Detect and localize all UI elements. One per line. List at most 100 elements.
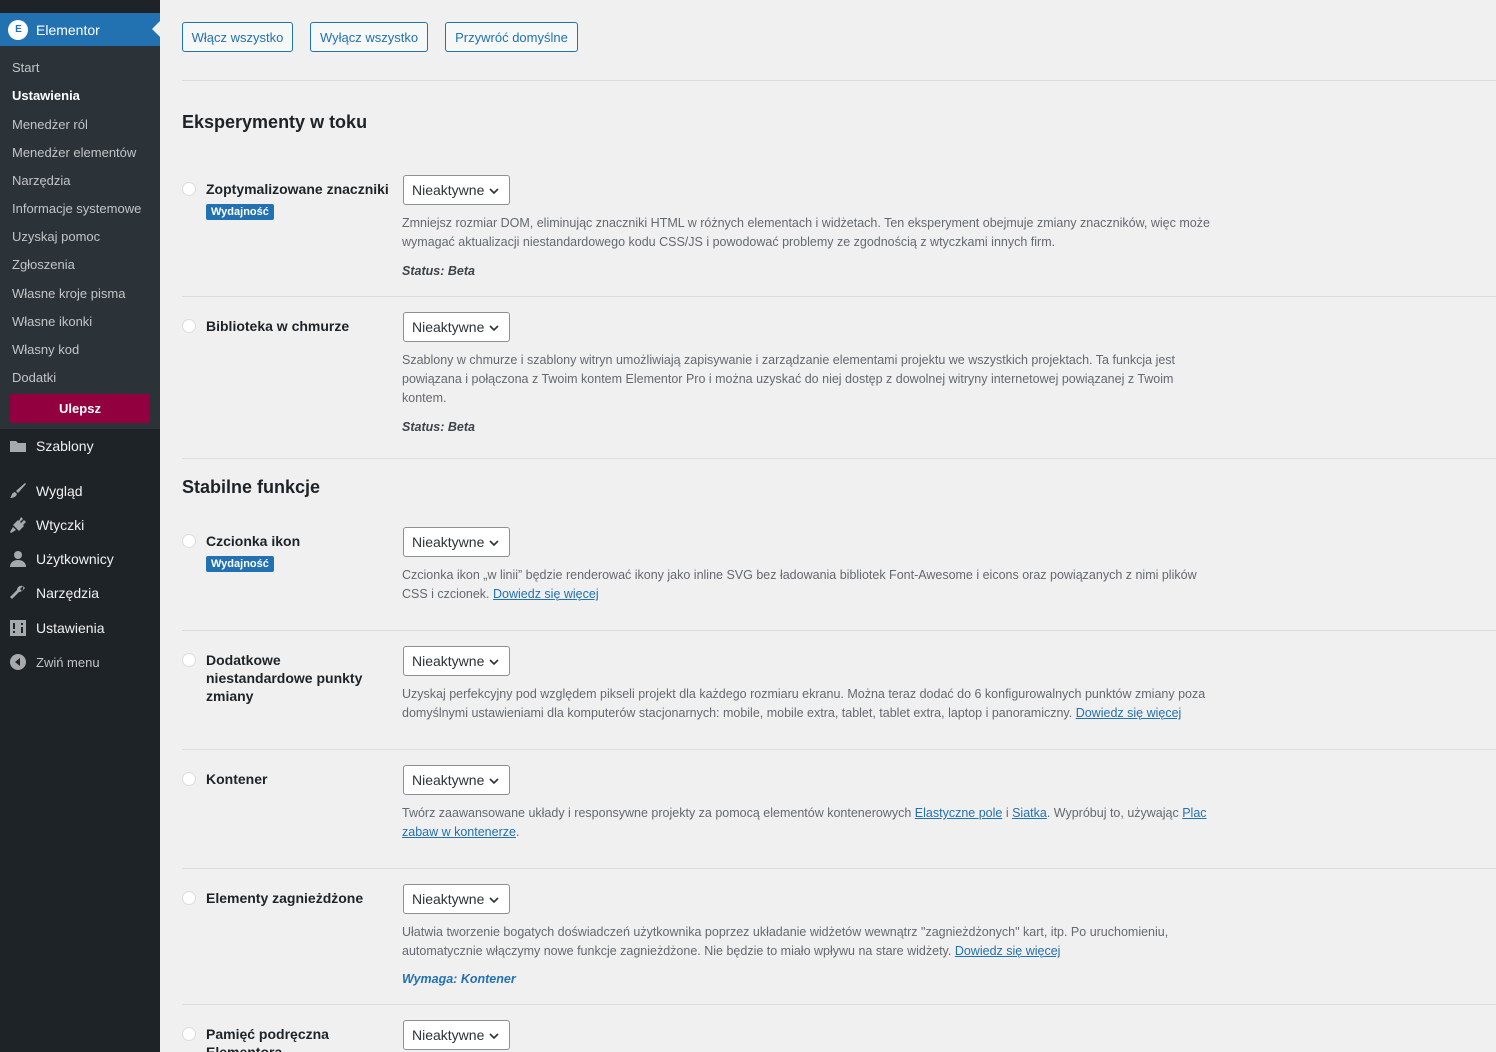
chevron-down-icon bbox=[489, 188, 499, 195]
sidebar-item-label: Wygląd bbox=[36, 483, 83, 499]
chevron-down-icon bbox=[489, 897, 499, 904]
elementor-logo-icon: E bbox=[8, 19, 28, 40]
select-value: Nieaktywne bbox=[412, 1027, 485, 1043]
experiment-status: Status: Beta bbox=[402, 420, 475, 434]
submenu-item-submissions[interactable]: Zgłoszenia bbox=[12, 257, 75, 272]
submenu-item-settings[interactable]: Ustawienia bbox=[12, 88, 80, 103]
description-text: Twórz zaawansowane układy i responsywne … bbox=[402, 806, 912, 820]
experiment-state-select[interactable]: Nieaktywne bbox=[403, 646, 510, 676]
plugin-icon bbox=[9, 516, 27, 534]
submenu-item-get-help[interactable]: Uzyskaj pomoc bbox=[12, 229, 100, 244]
collapse-menu-button[interactable]: Zwiń menu bbox=[0, 645, 160, 679]
experiment-status: Status: Beta bbox=[402, 264, 475, 278]
experiment-state-select[interactable]: Nieaktywne bbox=[403, 527, 510, 557]
experiment-status-indicator bbox=[182, 182, 196, 196]
submenu-item-element-manager[interactable]: Menedżer elementów bbox=[12, 145, 136, 160]
experiment-status-indicator bbox=[182, 891, 196, 905]
experiment-status-indicator bbox=[182, 1027, 196, 1041]
users-icon bbox=[9, 550, 27, 568]
grid-link[interactable]: Siatka bbox=[1012, 806, 1047, 820]
sidebar-item-label: Ustawienia bbox=[36, 620, 105, 636]
divider bbox=[182, 630, 1496, 631]
experiment-name: Dodatkowe niestandardowe punkty zmiany bbox=[206, 652, 363, 704]
upgrade-button[interactable]: Ulepsz bbox=[10, 394, 150, 423]
settings-icon bbox=[9, 619, 27, 637]
experiment-description: Czcionka ikon „w linii” będzie renderowa… bbox=[402, 566, 1217, 604]
chevron-down-icon bbox=[489, 659, 499, 666]
select-value: Nieaktywne bbox=[412, 534, 485, 550]
folder-icon bbox=[9, 437, 27, 455]
sidebar-item-label: Użytkownicy bbox=[36, 551, 114, 567]
submenu-item-custom-icons[interactable]: Własne ikonki bbox=[12, 314, 92, 329]
divider bbox=[182, 458, 1496, 459]
sidebar-item-label: Szablony bbox=[36, 438, 94, 454]
disable-all-button[interactable]: Wyłącz wszystko bbox=[310, 22, 428, 52]
sidebar-item-label: Narzędzia bbox=[36, 585, 100, 601]
experiment-state-select[interactable]: Nieaktywne bbox=[403, 765, 510, 795]
submenu-item-tools[interactable]: Narzędzia bbox=[12, 173, 71, 188]
sidebar-item-label: Zwiń menu bbox=[36, 654, 100, 670]
experiment-status-indicator bbox=[182, 319, 196, 333]
experiment-name: Zoptymalizowane znaczniki bbox=[206, 181, 389, 197]
select-value: Nieaktywne bbox=[412, 319, 485, 335]
experiment-state-select[interactable]: Nieaktywne bbox=[403, 312, 510, 342]
submenu-item-system-info[interactable]: Informacje systemowe bbox=[12, 201, 141, 216]
section-title-ongoing: Eksperymenty w toku bbox=[182, 112, 368, 132]
admin-sidebar: E Elementor Start Ustawienia Menedżer ró… bbox=[0, 0, 160, 1052]
submenu-item-start[interactable]: Start bbox=[12, 60, 39, 75]
experiment-name: Elementy zagnieżdżone bbox=[206, 890, 364, 906]
experiment-description: Szablony w chmurze i szablony witryn umo… bbox=[402, 353, 1176, 405]
submenu-item-custom-fonts[interactable]: Własne kroje pisma bbox=[12, 286, 125, 301]
learn-more-link[interactable]: Dowiedz się więcej bbox=[955, 944, 1061, 958]
experiment-status-indicator bbox=[182, 772, 196, 786]
experiment-state-select[interactable]: Nieaktywne bbox=[403, 175, 510, 205]
chevron-down-icon bbox=[489, 325, 499, 332]
divider bbox=[182, 80, 1496, 81]
sidebar-item-tools[interactable]: Narzędzia bbox=[0, 576, 160, 610]
description-text: . Wypróbuj to, używając bbox=[1046, 806, 1179, 820]
experiment-description: Zmniejsz rozmiar DOM, eliminując znaczni… bbox=[402, 216, 1210, 249]
select-value: Nieaktywne bbox=[412, 182, 485, 198]
experiment-state-select[interactable]: Nieaktywne bbox=[403, 884, 510, 914]
learn-more-link[interactable]: Dowiedz się więcej bbox=[493, 587, 599, 601]
performance-tag: Wydajność bbox=[206, 204, 274, 220]
sidebar-item-appearance[interactable]: Wygląd bbox=[0, 474, 160, 508]
learn-more-link[interactable]: Dowiedz się więcej bbox=[1076, 706, 1182, 720]
submenu-item-role-manager[interactable]: Menedżer ról bbox=[12, 117, 88, 132]
section-title-stable: Stabilne funkcje bbox=[182, 477, 321, 497]
chevron-down-icon bbox=[489, 778, 499, 785]
experiment-description: Uzyskaj perfekcyjny pod względem pikseli… bbox=[402, 685, 1217, 723]
description-text: . bbox=[515, 825, 520, 839]
divider bbox=[182, 868, 1496, 869]
divider bbox=[182, 749, 1496, 750]
elementor-submenu: Start Ustawienia Menedżer ról Menedżer e… bbox=[0, 46, 160, 429]
divider bbox=[182, 296, 1496, 297]
submenu-item-custom-code[interactable]: Własny kod bbox=[12, 342, 79, 357]
divider bbox=[182, 1004, 1496, 1005]
sidebar-item-templates[interactable]: Szablony bbox=[0, 429, 160, 463]
select-value: Nieaktywne bbox=[412, 653, 485, 669]
paintbrush-icon bbox=[9, 482, 27, 500]
enable-all-button[interactable]: Włącz wszystko bbox=[182, 22, 293, 52]
chevron-down-icon bbox=[489, 1033, 499, 1040]
select-value: Nieaktywne bbox=[412, 772, 485, 788]
flexbox-link[interactable]: Elastyczne pole bbox=[915, 806, 1003, 820]
description-text: i bbox=[1005, 806, 1009, 820]
experiment-status-indicator bbox=[182, 653, 196, 667]
experiment-state-select[interactable]: Nieaktywne bbox=[403, 1020, 510, 1050]
submenu-item-addons[interactable]: Dodatki bbox=[12, 370, 56, 385]
experiment-name: Czcionka ikon bbox=[206, 533, 301, 549]
collapse-icon bbox=[9, 653, 27, 671]
sidebar-item-settings[interactable]: Ustawienia bbox=[0, 611, 160, 645]
experiment-description: Ułatwia tworzenie bogatych doświadczeń u… bbox=[402, 923, 1217, 961]
wrench-icon bbox=[9, 584, 27, 602]
sidebar-item-elementor[interactable]: E Elementor bbox=[0, 13, 160, 46]
sidebar-item-users[interactable]: Użytkownicy bbox=[0, 542, 160, 576]
select-value: Nieaktywne bbox=[412, 891, 485, 907]
sidebar-item-plugins[interactable]: Wtyczki bbox=[0, 508, 160, 542]
sidebar-item-label: Elementor bbox=[36, 21, 100, 38]
experiment-status-indicator bbox=[182, 534, 196, 548]
experiment-name: Kontener bbox=[206, 771, 268, 787]
experiment-requirement: Wymaga: Kontener bbox=[402, 972, 516, 986]
restore-defaults-button[interactable]: Przywróć domyślne bbox=[445, 22, 578, 52]
